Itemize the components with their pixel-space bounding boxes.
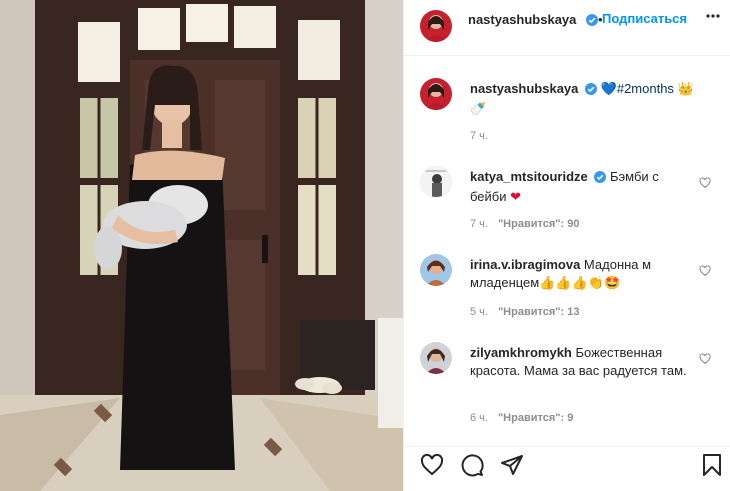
comment-like-heart-icon[interactable] (699, 352, 711, 370)
emoji-row-icon: 👍👍👍👏🤩 (539, 275, 621, 290)
comment-time[interactable]: 6 ч. (470, 412, 488, 424)
bottle-emoji-icon: 🍼 (470, 101, 487, 116)
author-avatar[interactable] (420, 10, 452, 42)
more-icon[interactable] (705, 8, 721, 29)
crown-emoji-icon: 👑 (677, 81, 694, 96)
post-photo[interactable] (0, 0, 403, 491)
comment-icon[interactable] (460, 453, 484, 482)
verified-badge-icon (586, 13, 598, 31)
comment-text: irina.v.ibragimova Мадонна м младенцем👍👍… (470, 256, 695, 292)
comment-likes[interactable]: "Нравится": 13 (498, 306, 579, 318)
comment-time[interactable]: 5 ч. (470, 306, 488, 318)
comment-username[interactable]: zilyamkhromykh (470, 345, 572, 360)
commenter-avatar[interactable] (420, 342, 452, 374)
share-icon[interactable] (500, 453, 524, 482)
comment-item: irina.v.ibragimova Мадонна м младенцем👍👍… (404, 248, 730, 328)
post-header: nastyashubskaya • Подписаться (404, 0, 730, 56)
comment-likes[interactable]: "Нравится": 90 (498, 218, 579, 230)
follow-button[interactable]: Подписаться (602, 11, 687, 26)
comment-meta: 6 ч. "Нравится": 9 (470, 412, 573, 424)
verified-badge-icon (585, 82, 598, 100)
red-heart-emoji-icon: ❤ (510, 189, 522, 204)
caption-time[interactable]: 7 ч. (470, 130, 488, 142)
comment-like-heart-icon[interactable] (699, 264, 711, 282)
caption-text: nastyashubskaya 💙#2months 👑 🍼 (470, 80, 710, 118)
comment-likes[interactable]: "Нравится": 9 (498, 412, 573, 424)
commenter-avatar[interactable] (420, 254, 452, 286)
caption: nastyashubskaya 💙#2months 👑 🍼 7 ч. (404, 72, 730, 152)
photo-illustration (0, 0, 403, 491)
caption-avatar[interactable] (420, 78, 452, 110)
comment-meta: 7 ч. "Нравится": 90 (470, 218, 579, 230)
author-username[interactable]: nastyashubskaya (468, 12, 576, 27)
heart-icon[interactable] (420, 453, 444, 482)
comment-like-heart-icon[interactable] (699, 176, 711, 194)
post-details-pane: nastyashubskaya • Подписаться nastyashub… (403, 0, 730, 491)
caption-username[interactable]: nastyashubskaya (470, 81, 578, 96)
comment-item: zilyamkhromykh Божественная красота. Мам… (404, 336, 730, 436)
caption-hashtag[interactable]: #2months (617, 81, 674, 96)
comment-meta: 5 ч. "Нравится": 13 (470, 306, 579, 318)
verified-badge-icon (594, 170, 607, 188)
comment-text: katya_mtsitouridze Бэмби с бейби ❤ (470, 168, 695, 206)
comment-text: zilyamkhromykh Божественная красота. Мам… (470, 344, 695, 380)
comment-item: katya_mtsitouridze Бэмби с бейби ❤ 7 ч. "… (404, 160, 730, 240)
bookmark-icon[interactable] (701, 453, 723, 482)
action-bar (404, 446, 730, 486)
comment-time[interactable]: 7 ч. (470, 218, 488, 230)
commenter-avatar[interactable] (420, 166, 452, 198)
comment-username[interactable]: irina.v.ibragimova (470, 257, 580, 272)
comment-username[interactable]: katya_mtsitouridze (470, 169, 588, 184)
blue-heart-emoji-icon: 💙 (600, 81, 617, 96)
